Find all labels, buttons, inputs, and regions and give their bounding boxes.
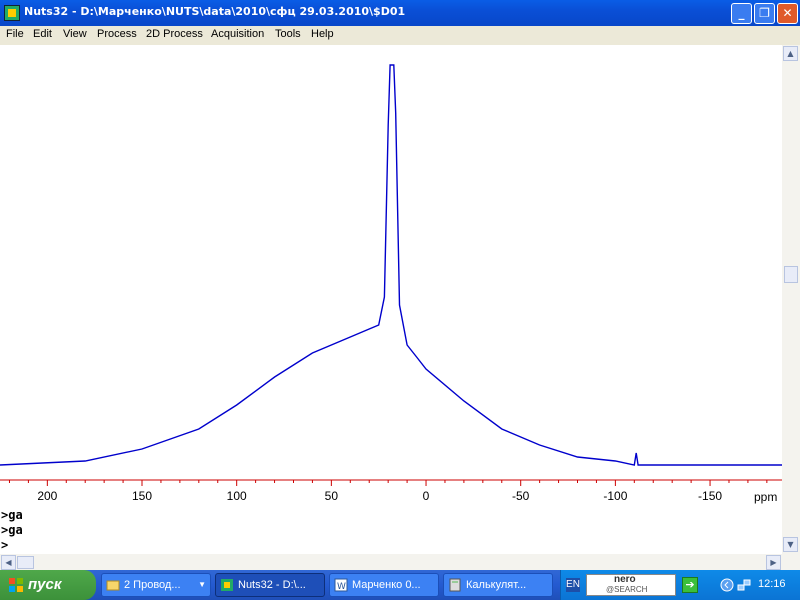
command-console[interactable]: >ga >ga > (0, 508, 782, 554)
vertical-scroll-thumb[interactable] (784, 266, 798, 283)
x-tick-label: -150 (698, 489, 722, 503)
taskbar-item-label: Калькулят... (466, 579, 527, 591)
taskbar-item-nuts32[interactable]: Nuts32 - D:\... (215, 573, 325, 597)
close-button[interactable]: ✕ (777, 3, 798, 24)
menu-bar: File Edit View Process 2D Process Acquis… (0, 26, 800, 45)
menu-file[interactable]: File (6, 28, 24, 40)
x-tick-label: 100 (227, 489, 247, 503)
x-tick-label: 50 (325, 489, 339, 503)
command-prompt[interactable]: > (1, 538, 8, 552)
minimize-button[interactable]: _ (731, 3, 752, 24)
restore-icon: ❐ (759, 6, 770, 20)
nuts-app-icon (221, 579, 233, 591)
svg-text:W: W (337, 582, 346, 592)
x-tick-label: -100 (603, 489, 627, 503)
folder-icon (106, 580, 120, 591)
taskbar-item-label: Марченко 0... (352, 579, 421, 591)
scroll-down-arrow[interactable]: ▼ (783, 537, 798, 552)
command-line: >ga (1, 523, 23, 537)
scroll-right-arrow[interactable]: ▶ (766, 555, 781, 570)
network-icon[interactable] (737, 578, 751, 592)
menu-view[interactable]: View (63, 28, 87, 40)
close-icon: ✕ (782, 6, 793, 20)
word-document-icon: W (334, 578, 348, 592)
window-title: Nuts32 - D:\Марченко\NUTS\data\2010\сфц … (24, 5, 406, 18)
spectrum-line (0, 64, 782, 466)
taskbar-clock: 12:16 (758, 578, 786, 590)
nero-search-label: @SEARCH (606, 585, 648, 594)
x-tick-label: -50 (512, 489, 530, 503)
vertical-scrollbar[interactable] (782, 45, 800, 554)
scroll-left-arrow[interactable]: ◀ (1, 555, 16, 570)
scroll-down-icon: ▼ (787, 540, 794, 549)
taskbar-item-label: 2 Провод... (124, 579, 181, 591)
nuts-app-icon[interactable] (4, 5, 20, 21)
taskbar-item-label: Nuts32 - D:\... (238, 579, 306, 591)
spectrum-chart: 200 150 100 50 0 -50 -100 -150 ppm (0, 64, 782, 504)
x-tick-label: 0 (423, 489, 430, 503)
calculator-icon (449, 578, 461, 592)
scroll-right-icon: ▶ (770, 558, 777, 567)
scroll-up-icon: ▲ (787, 49, 794, 58)
menu-edit[interactable]: Edit (33, 28, 52, 40)
horizontal-scrollbar[interactable] (0, 554, 800, 570)
x-axis-label: ppm (754, 490, 777, 504)
minimize-icon: _ (738, 6, 745, 20)
scroll-up-arrow[interactable]: ▲ (783, 46, 798, 61)
scroll-left-icon: ◀ (5, 558, 12, 567)
title-bar[interactable]: Nuts32 - D:\Марченко\NUTS\data\2010\сфц … (0, 0, 800, 26)
start-label: пуск (28, 576, 62, 593)
menu-acquisition[interactable]: Acquisition (211, 28, 264, 40)
windows-logo-icon (9, 578, 23, 592)
horizontal-scroll-thumb[interactable] (17, 556, 34, 569)
taskbar-item-calculator[interactable]: Калькулят... (443, 573, 553, 597)
language-indicator[interactable]: EN (566, 578, 580, 592)
menu-process[interactable]: Process (97, 28, 137, 40)
menu-2d-process[interactable]: 2D Process (146, 28, 203, 40)
command-line: >ga (1, 508, 23, 522)
arrow-right-icon: ➔ (685, 578, 695, 591)
nero-search-go-button[interactable]: ➔ (682, 577, 698, 593)
x-tick-label: 200 (37, 489, 57, 503)
nero-logo-text: nero (614, 574, 636, 585)
group-arrow-icon: ▼ (198, 580, 206, 589)
restore-button[interactable]: ❐ (754, 3, 775, 24)
spectrum-plot-area[interactable]: 200 150 100 50 0 -50 -100 -150 ppm (0, 45, 782, 508)
tray-expand-icon[interactable] (720, 578, 734, 592)
taskbar-item-explorer[interactable]: 2 Провод... ▼ (101, 573, 211, 597)
menu-tools[interactable]: Tools (275, 28, 301, 40)
x-tick-label: 150 (132, 489, 152, 503)
menu-help[interactable]: Help (311, 28, 334, 40)
taskbar-item-word[interactable]: W Марченко 0... (329, 573, 439, 597)
